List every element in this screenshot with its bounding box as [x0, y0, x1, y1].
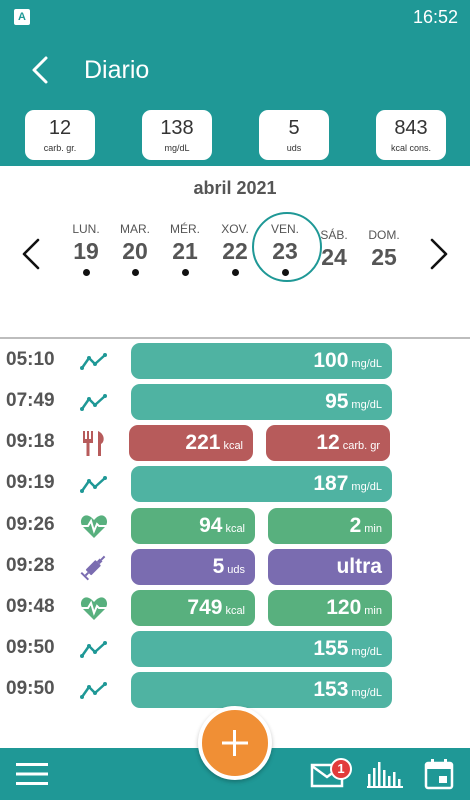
entry-time: 09:18 [6, 431, 55, 452]
day-name: DOM. [368, 228, 400, 242]
glucose-pill[interactable]: 155 mg/dL [131, 631, 392, 667]
stat-card-insulin: 5 uds [259, 110, 329, 160]
log-entry[interactable]: 05:10 100 mg/dL [0, 343, 470, 379]
day-name: LUN. [72, 222, 100, 236]
log-entry[interactable]: 09:18 221 kcal 12 carb. gr [0, 425, 470, 461]
calendar-day-25[interactable]: DOM. 25 [359, 228, 409, 271]
has-entries-dot [131, 269, 139, 276]
status-time: 16:52 [412, 7, 458, 27]
heart-pulse-icon [80, 515, 108, 538]
messages-badge: 1 [330, 758, 352, 780]
day-name: SÁB. [320, 228, 348, 242]
day-number: 23 [272, 238, 298, 264]
entry-time: 09:50 [6, 637, 55, 658]
heart-pulse-icon [80, 597, 108, 620]
previous-week-button[interactable] [18, 236, 46, 272]
calendar-day-24[interactable]: SÁB. 24 [309, 228, 359, 271]
glucose-pill[interactable]: 100 mg/dL [131, 343, 392, 379]
divider [0, 337, 470, 339]
statistics-icon[interactable] [366, 760, 404, 788]
entry-time: 09:28 [6, 555, 55, 576]
stat-unit: mg/dL [164, 143, 190, 153]
stat-unit: carb. gr. [43, 143, 77, 153]
stat-unit: kcal cons. [390, 143, 432, 153]
fork-knife-icon [83, 431, 104, 456]
entry-time: 09:19 [6, 472, 55, 493]
stat-unit: uds [286, 143, 302, 153]
insulin-units-pill[interactable]: 5 uds [131, 549, 255, 585]
log-entry[interactable]: 09:50 153 mg/dL [0, 672, 470, 708]
app-notification-icon: A [14, 9, 30, 25]
entry-time: 09:50 [6, 678, 55, 699]
next-week-button[interactable] [424, 236, 452, 272]
entry-time: 05:10 [6, 349, 55, 370]
log-entry[interactable]: 07:49 95 mg/dL [0, 384, 470, 420]
menu-icon[interactable] [16, 762, 48, 786]
day-number: 21 [172, 238, 198, 264]
activity-duration-pill[interactable]: 120 min [268, 590, 392, 626]
entry-time: 07:49 [6, 390, 55, 411]
calendar-day-21[interactable]: MÉR. 21 [160, 222, 210, 276]
calendar-icon[interactable] [424, 758, 454, 790]
stat-value: 138 [160, 117, 194, 139]
log-entry[interactable]: 09:19 187 mg/dL [0, 466, 470, 502]
calendar-day-19[interactable]: LUN. 19 [61, 222, 111, 276]
day-number: 25 [371, 244, 397, 270]
meal-kcal-pill[interactable]: 221 kcal [129, 425, 253, 461]
activity-kcal-pill[interactable]: 94 kcal [131, 508, 255, 544]
log-entry[interactable]: 09:28 5 uds ultra [0, 549, 470, 585]
activity-kcal-pill[interactable]: 749 kcal [131, 590, 255, 626]
entry-time: 09:26 [6, 514, 55, 535]
has-entries-dot [281, 269, 289, 276]
glucose-trend-icon [80, 353, 107, 370]
plus-icon [222, 730, 248, 756]
day-number: 20 [122, 238, 148, 264]
chevron-right-icon [430, 238, 448, 270]
calendar-month: abril 2021 [193, 178, 277, 198]
back-arrow-icon [32, 56, 48, 84]
day-name: VEN. [270, 222, 299, 236]
has-entries-dot [82, 269, 90, 276]
has-entries-dot [181, 269, 189, 276]
log-entry[interactable]: 09:48 749 kcal 120 min [0, 590, 470, 626]
chevron-left-icon [22, 238, 40, 270]
day-name: MAR. [120, 222, 150, 236]
meal-carbs-pill[interactable]: 12 carb. gr [266, 425, 390, 461]
stat-value: 843 [394, 117, 428, 139]
entry-time: 09:48 [6, 596, 55, 617]
page-title: Diario [84, 56, 150, 84]
glucose-trend-icon [80, 394, 107, 411]
glucose-trend-icon [80, 641, 107, 658]
back-button[interactable] [22, 50, 62, 90]
stat-value: 12 [48, 117, 72, 139]
insulin-type-pill[interactable]: ultra [268, 549, 392, 585]
add-entry-button[interactable] [198, 706, 272, 780]
activity-duration-pill[interactable]: 2 min [268, 508, 392, 544]
glucose-pill[interactable]: 153 mg/dL [131, 672, 392, 708]
log-entry[interactable]: 09:50 155 mg/dL [0, 631, 470, 667]
stat-value: 5 [288, 117, 300, 139]
glucose-trend-icon [80, 682, 107, 699]
glucose-trend-icon [80, 476, 107, 493]
calendar-day-20[interactable]: MAR. 20 [110, 222, 160, 276]
day-name: MÉR. [170, 222, 200, 236]
glucose-pill[interactable]: 187 mg/dL [131, 466, 392, 502]
day-name: XOV. [221, 222, 249, 236]
day-number: 24 [321, 244, 347, 270]
log-entry[interactable]: 09:26 94 kcal 2 min [0, 508, 470, 544]
stat-card-kcal: 843 kcal cons. [376, 110, 446, 160]
app-bar: Diario 12 carb. gr. 138 mg/dL 5 uds 843 … [0, 34, 470, 166]
status-bar: A 16:52 [0, 0, 470, 34]
has-entries-dot [231, 269, 239, 276]
week-calendar: abril 2021 LUN. 19 MAR. 20 MÉR. 21 XOV. … [0, 166, 470, 338]
calendar-day-23-selected[interactable]: VEN. 23 [252, 212, 322, 282]
glucose-pill[interactable]: 95 mg/dL [131, 384, 392, 420]
day-number: 19 [73, 238, 99, 264]
syringe-icon [80, 555, 106, 581]
stat-card-carbs: 12 carb. gr. [25, 110, 95, 160]
stat-card-glucose: 138 mg/dL [142, 110, 212, 160]
